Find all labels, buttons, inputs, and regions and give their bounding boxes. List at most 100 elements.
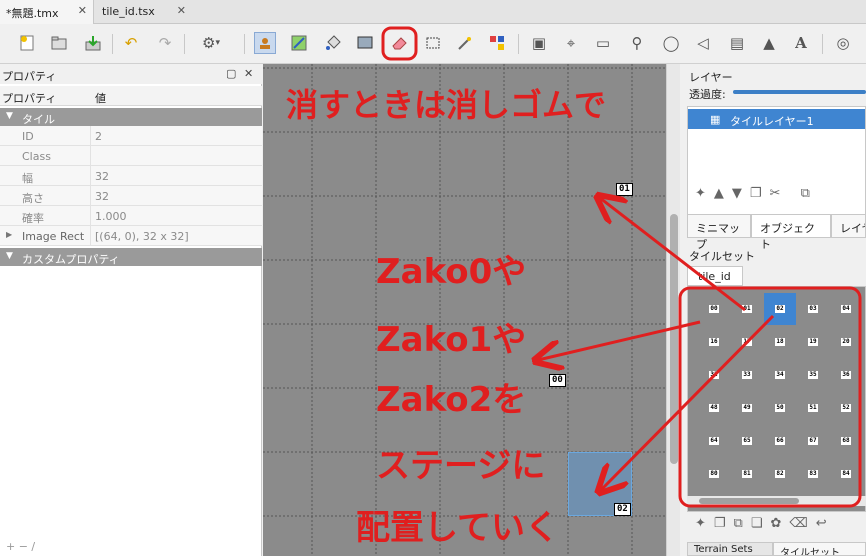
eraser-icon[interactable] [388, 32, 410, 54]
select-same-icon[interactable] [486, 32, 508, 54]
insert-tile-icon[interactable]: ▤ [726, 32, 748, 54]
fill-icon[interactable] [322, 32, 344, 54]
group-tile[interactable]: ▼ タイル [0, 108, 262, 126]
insert-rect-icon[interactable]: ▭ [592, 32, 614, 54]
tab-tilesets[interactable]: タイルセット [773, 542, 866, 556]
tileset-tile[interactable]: 48 [698, 392, 730, 424]
property-key: 高さ [22, 192, 44, 205]
tileset-tile[interactable]: 64 [698, 425, 730, 457]
tileset-tile[interactable]: 84 [830, 458, 862, 490]
table-row[interactable]: 確率 1.000 [0, 206, 262, 226]
scrollbar-thumb[interactable] [699, 498, 799, 504]
tileset-tile[interactable]: 32 [698, 359, 730, 391]
settings-icon[interactable]: ⚙ ▾ [194, 32, 228, 54]
column-header-value: 値 [95, 92, 106, 105]
insert-template-icon[interactable]: ▲ [758, 32, 780, 54]
tileset-tile[interactable]: 51 [797, 392, 829, 424]
tab-minimap[interactable]: ミニマップ [687, 214, 751, 251]
tab-label: tile_id.tsx [102, 5, 155, 18]
save-icon[interactable] [82, 32, 104, 54]
tileset-tile[interactable]: 81 [731, 458, 763, 490]
tab-tile-id-tsx[interactable]: tile_id.tsx ✕ [96, 0, 192, 24]
tileset-view[interactable]: 00 01 02 03 04 16 17 18 19 20 32 33 34 35 36 48 49 50 51 52… [687, 286, 866, 512]
undo-icon[interactable]: ↶ [120, 32, 142, 54]
tileset-tile[interactable]: 66 [764, 425, 796, 457]
shape-fill-icon[interactable] [354, 32, 376, 54]
tileset-tile[interactable]: 04 [830, 293, 862, 325]
scrollbar-thumb[interactable] [670, 214, 678, 464]
insert-point-icon[interactable]: ⚲ [626, 32, 648, 54]
tileset-tile[interactable]: 68 [830, 425, 862, 457]
tileset-tile[interactable]: 52 [830, 392, 862, 424]
stamp-icon[interactable] [254, 32, 276, 54]
tile-id-label: 04 [841, 305, 851, 313]
close-icon[interactable]: ✕ [177, 4, 186, 17]
opacity-slider[interactable] [733, 90, 866, 94]
tileset-tile[interactable]: 82 [764, 458, 796, 490]
layer-actions-icons[interactable]: ✦▲▼❐✂ ⧉ [695, 186, 818, 201]
expand-arrow-icon[interactable]: ▶ [6, 230, 12, 239]
tileset-tile[interactable]: 02 [764, 293, 796, 325]
tileset-tile[interactable]: 65 [731, 425, 763, 457]
tab-untitled-tmx[interactable]: *無題.tmx ✕ [0, 0, 94, 24]
table-row[interactable]: 幅 32 [0, 166, 262, 186]
tab-objects[interactable]: オブジェクト [751, 214, 831, 251]
tileset-tile[interactable]: 80 [698, 458, 730, 490]
tileset-tile[interactable]: 36 [830, 359, 862, 391]
table-row[interactable]: Class [0, 146, 262, 166]
tab-tileset-tile-id[interactable]: tile_id [687, 266, 743, 286]
insert-text-icon[interactable]: A [790, 32, 812, 54]
close-icon[interactable]: ✕ [78, 4, 87, 17]
tileset-tile[interactable]: 34 [764, 359, 796, 391]
tileset-tile[interactable]: 01 [731, 293, 763, 325]
tileset-tile[interactable]: 00 [698, 293, 730, 325]
redo-icon[interactable]: ↷ [154, 32, 176, 54]
map-vertical-scrollbar[interactable] [666, 64, 680, 556]
collapse-arrow-icon[interactable]: ▼ [6, 251, 13, 261]
object-select-icon[interactable]: ▣ [528, 32, 550, 54]
tileset-tile[interactable]: 83 [797, 458, 829, 490]
terrain-brush-icon[interactable] [288, 32, 310, 54]
edit-polygon-icon[interactable]: ⌖ [560, 32, 582, 54]
document-tab-bar: *無題.tmx ✕ tile_id.tsx ✕ [0, 0, 866, 24]
open-icon[interactable] [48, 32, 70, 54]
tileset-tile[interactable]: 19 [797, 326, 829, 358]
rect-select-icon[interactable] [422, 32, 444, 54]
tile-id-label: 34 [775, 371, 785, 379]
annotation-line: Zako1や [376, 320, 527, 360]
tile-id-label: 20 [841, 338, 851, 346]
float-icon[interactable]: ▢ [226, 67, 236, 80]
tile-id-label: 02 [775, 305, 785, 313]
tileset-actions-icons[interactable]: ✦❐⧉❏✿⌫↩ [695, 516, 835, 531]
table-row[interactable]: ID 2 [0, 126, 262, 146]
tileset-tile[interactable]: 20 [830, 326, 862, 358]
group-custom-properties[interactable]: ▼ カスタムプロパティ [0, 248, 262, 266]
tab-terrain-sets[interactable]: Terrain Sets [687, 542, 773, 556]
insert-ellipse-icon[interactable]: ◯ [660, 32, 682, 54]
world-icon[interactable]: ◎ [832, 32, 854, 54]
table-row[interactable]: ▶ Image Rect [(64, 0), 32 x 32] [0, 226, 262, 246]
tileset-tile[interactable]: 16 [698, 326, 730, 358]
tileset-tile[interactable]: 49 [731, 392, 763, 424]
add-property-icon[interactable]: + − ∕ [6, 540, 35, 553]
layer-row-selected[interactable]: ▦ タイルレイヤー1 [688, 109, 865, 129]
insert-polygon-icon[interactable]: ◁ [692, 32, 714, 54]
tileset-tile[interactable]: 35 [797, 359, 829, 391]
magic-wand-icon[interactable] [454, 32, 476, 54]
tileset-tile[interactable]: 18 [764, 326, 796, 358]
new-icon[interactable] [16, 32, 38, 54]
property-value[interactable]: 1.000 [95, 210, 127, 223]
tileset-horizontal-scrollbar[interactable] [687, 496, 866, 506]
annotation-line: ステージに [376, 446, 546, 486]
tileset-tile[interactable]: 67 [797, 425, 829, 457]
tile-id-label: 52 [841, 404, 851, 412]
table-row[interactable]: 高さ 32 [0, 186, 262, 206]
tileset-tile[interactable]: 33 [731, 359, 763, 391]
tileset-tile[interactable]: 03 [797, 293, 829, 325]
tab-layers[interactable]: レイヤ [831, 214, 866, 238]
tileset-tile[interactable]: 17 [731, 326, 763, 358]
property-key: ID [22, 130, 34, 143]
tileset-tile[interactable]: 50 [764, 392, 796, 424]
close-icon[interactable]: ✕ [244, 67, 253, 80]
collapse-arrow-icon[interactable]: ▼ [6, 111, 13, 121]
